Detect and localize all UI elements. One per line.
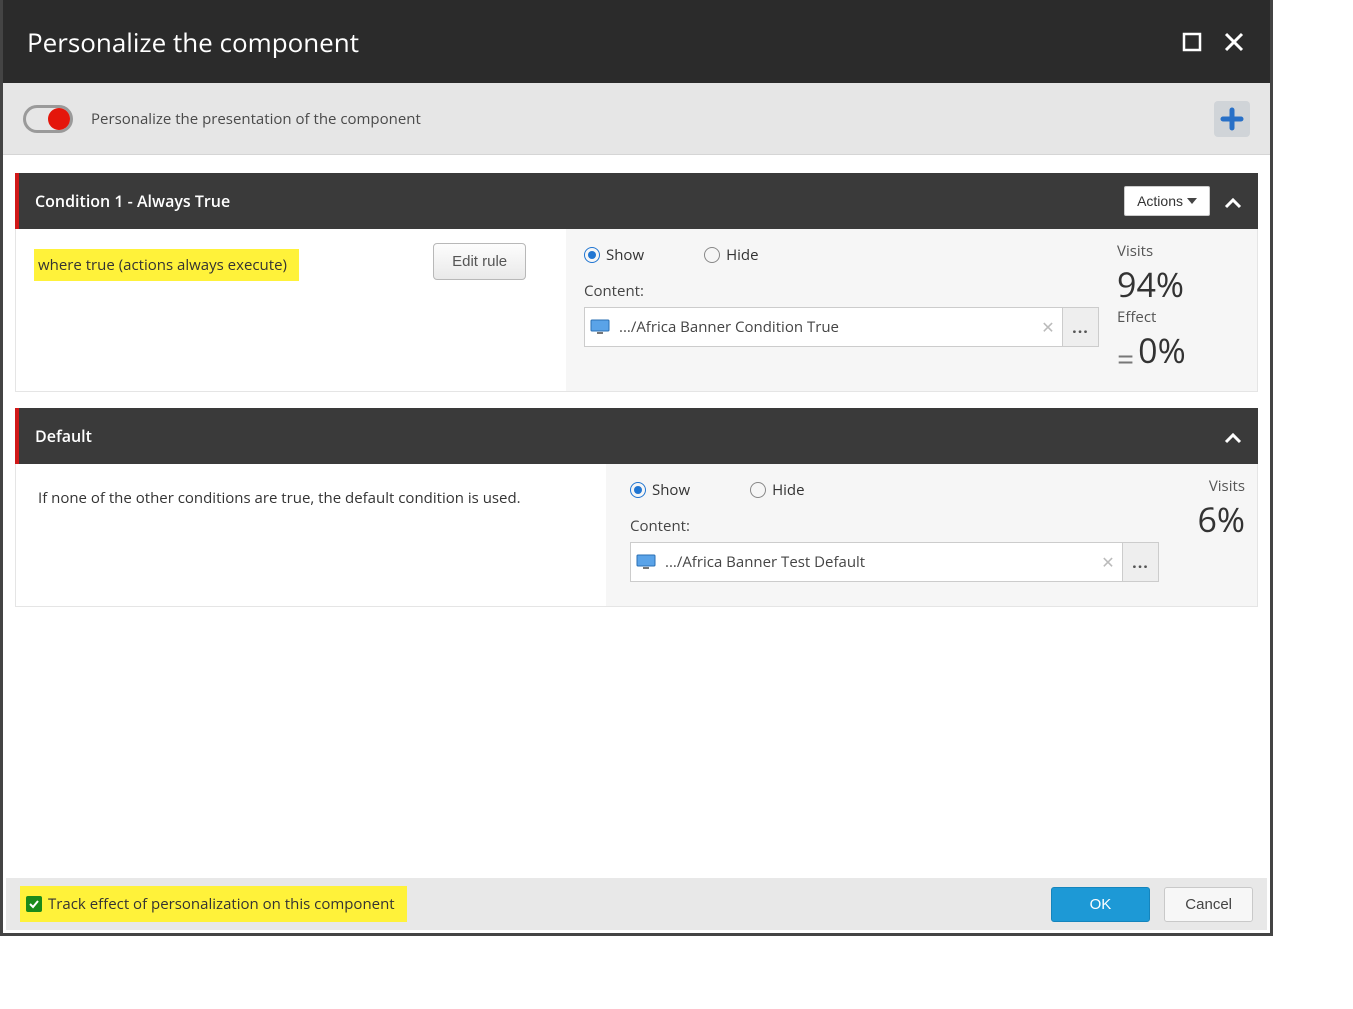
- content-label: Content:: [630, 516, 1159, 536]
- condition-header: Condition 1 - Always True Actions: [15, 173, 1258, 229]
- radio-checked-icon: [630, 482, 646, 498]
- visits-label: Visits: [1117, 241, 1245, 261]
- toolbar: Personalize the presentation of the comp…: [3, 83, 1270, 155]
- radio-unchecked-icon: [750, 482, 766, 498]
- condition-title: Condition 1 - Always True: [35, 190, 230, 212]
- edit-rule-button[interactable]: Edit rule: [433, 243, 526, 280]
- hide-label: Hide: [726, 245, 758, 265]
- clear-icon[interactable]: ✕: [1094, 551, 1122, 573]
- effect-label: Effect: [1117, 307, 1245, 327]
- clear-icon[interactable]: ✕: [1034, 316, 1062, 338]
- dialog-footer: Track effect of personalization on this …: [6, 878, 1267, 930]
- content-field[interactable]: .../Africa Banner Test Default ✕ ...: [630, 542, 1159, 582]
- radio-unchecked-icon: [704, 247, 720, 263]
- hide-radio[interactable]: Hide: [750, 480, 804, 500]
- maximize-icon[interactable]: [1180, 30, 1204, 54]
- radio-checked-icon: [584, 247, 600, 263]
- hide-label: Hide: [772, 480, 804, 500]
- track-effect-label: Track effect of personalization on this …: [48, 894, 395, 914]
- collapse-icon[interactable]: [1224, 427, 1242, 445]
- track-effect-option[interactable]: Track effect of personalization on this …: [20, 886, 407, 922]
- equals-icon: =: [1117, 338, 1134, 379]
- caret-down-icon: [1187, 198, 1197, 204]
- show-radio[interactable]: Show: [584, 245, 644, 265]
- collapse-icon[interactable]: [1224, 192, 1242, 210]
- cancel-button[interactable]: Cancel: [1164, 887, 1253, 922]
- default-description: If none of the other conditions are true…: [16, 464, 606, 606]
- show-label: Show: [606, 245, 644, 265]
- condition-body: where true (actions always execute) Edit…: [15, 229, 1258, 392]
- content-field[interactable]: .../Africa Banner Condition True ✕ ...: [584, 307, 1099, 347]
- rule-description: where true (actions always execute): [34, 249, 299, 281]
- visits-label: Visits: [1177, 476, 1245, 496]
- actions-label: Actions: [1137, 193, 1183, 209]
- effect-value: 0%: [1138, 327, 1186, 373]
- content-path: .../Africa Banner Condition True: [615, 317, 1034, 337]
- condition-header: Default: [15, 408, 1258, 464]
- add-condition-button[interactable]: [1214, 101, 1250, 137]
- visits-value: 94%: [1117, 261, 1245, 307]
- dialog-titlebar: Personalize the component: [3, 0, 1270, 83]
- checkbox-checked-icon: [26, 896, 42, 912]
- monitor-icon: [631, 543, 661, 581]
- toolbar-label: Personalize the presentation of the comp…: [91, 109, 421, 129]
- show-label: Show: [652, 480, 690, 500]
- hide-radio[interactable]: Hide: [704, 245, 758, 265]
- personalize-toggle[interactable]: [23, 105, 73, 133]
- dialog-title: Personalize the component: [27, 24, 359, 60]
- ok-button[interactable]: OK: [1051, 887, 1151, 922]
- show-radio[interactable]: Show: [630, 480, 690, 500]
- condition-body: If none of the other conditions are true…: [15, 464, 1258, 607]
- browse-button[interactable]: ...: [1122, 543, 1158, 581]
- browse-button[interactable]: ...: [1062, 308, 1098, 346]
- content-label: Content:: [584, 281, 1099, 301]
- content-path: .../Africa Banner Test Default: [661, 552, 1094, 572]
- close-icon[interactable]: [1222, 30, 1246, 54]
- actions-dropdown[interactable]: Actions: [1124, 186, 1210, 216]
- condition-title: Default: [35, 425, 92, 447]
- monitor-icon: [585, 308, 615, 346]
- visits-value: 6%: [1177, 496, 1245, 542]
